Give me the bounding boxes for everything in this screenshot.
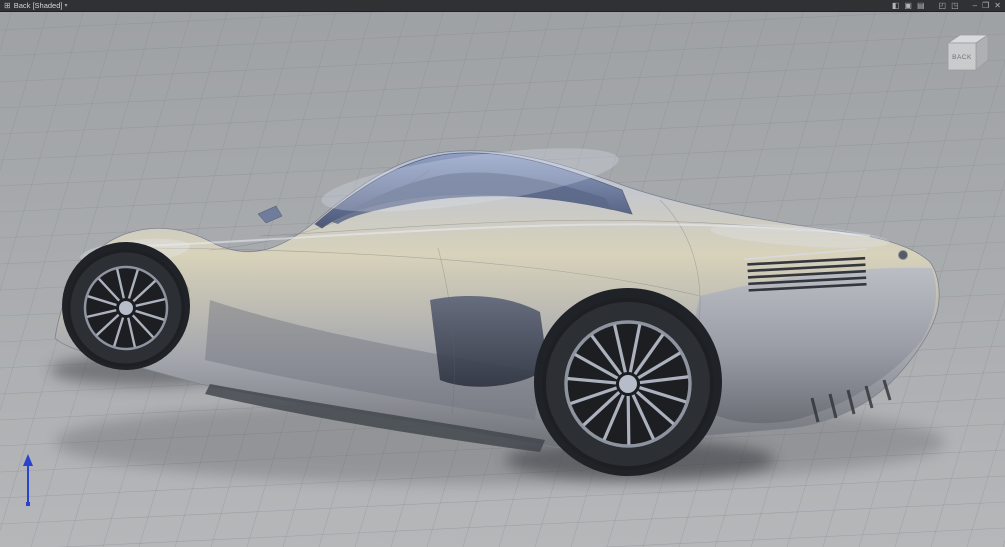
restore-icon[interactable]: ❐ xyxy=(982,1,989,11)
layout-single-view-icon[interactable]: ◧ xyxy=(892,1,900,11)
window-controls-group: – ❐ ✕ xyxy=(973,1,1001,11)
3d-viewport-canvas[interactable] xyxy=(0,0,1005,547)
camera-tools-group: ◰ ◳ xyxy=(939,1,959,11)
view-tools-group: ◧ ▣ ▤ xyxy=(892,1,925,11)
front-wheel xyxy=(67,249,185,367)
view-cube[interactable]: BACK xyxy=(942,30,992,76)
layout-quad-view-icon[interactable]: ▣ xyxy=(904,1,912,11)
grid-toggle-icon[interactable]: ⊞ xyxy=(4,1,11,11)
minimize-icon[interactable]: – xyxy=(973,1,977,11)
view-cube-face-label: BACK xyxy=(952,54,972,61)
viewport-label[interactable]: Back [Shaded] xyxy=(14,1,63,10)
viewport-menu-caret-icon[interactable]: ▾ xyxy=(65,2,68,9)
rear-wheel xyxy=(542,298,714,470)
application-window: ⊞ Back [Shaded] ▾ ◧ ▣ ▤ ◰ ◳ – ❐ ✕ BACK xyxy=(0,0,1005,547)
camera-corner-icon[interactable]: ◰ xyxy=(939,1,947,11)
rear-badge xyxy=(898,250,908,260)
viewport-title-bar: ⊞ Back [Shaded] ▾ ◧ ▣ ▤ ◰ ◳ – ❐ ✕ xyxy=(0,0,1005,12)
side-intake xyxy=(430,296,548,387)
camera-frame-icon[interactable]: ◳ xyxy=(951,1,959,11)
layout-list-view-icon[interactable]: ▤ xyxy=(917,1,925,11)
close-icon[interactable]: ✕ xyxy=(994,1,1001,11)
